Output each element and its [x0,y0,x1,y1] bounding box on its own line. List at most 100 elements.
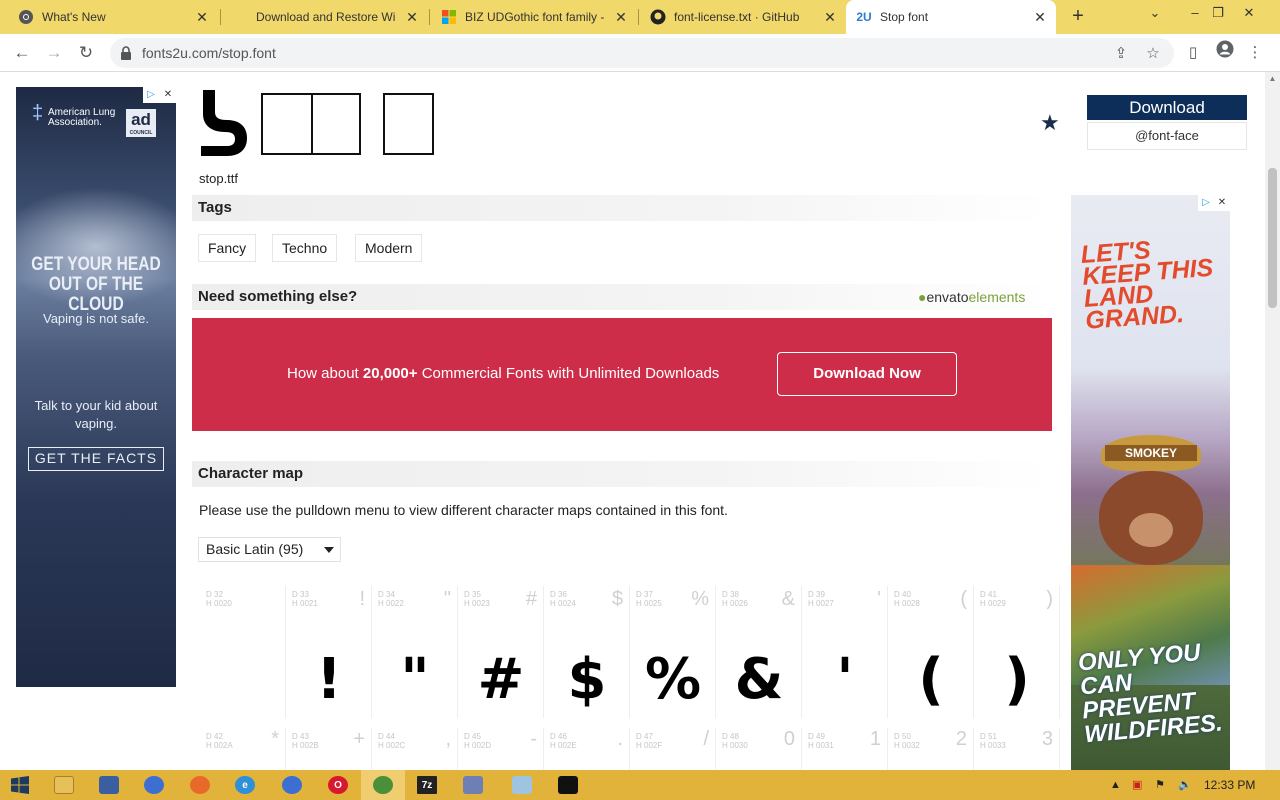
tray-arrow-icon[interactable]: ▲ [1110,770,1121,800]
char-code: D 42 H 002A [206,732,233,750]
tab-biz-udgothic[interactable]: BIZ UDGothic font family - ✕ [431,0,637,34]
char-cell[interactable]: D 44 H 002C, [372,728,458,770]
char-code: D 32 H 0020 [206,590,232,608]
taskbar-app[interactable] [132,770,176,800]
taskbar-clock[interactable]: 12:33 PM [1204,778,1255,792]
restore-icon[interactable]: ❐ [1203,0,1233,30]
close-tab-icon[interactable]: ✕ [404,9,420,26]
close-tab-icon[interactable]: ✕ [822,9,838,26]
char-cell[interactable]: D 49 H 0031 1 [802,728,888,770]
scrollbar-thumb[interactable] [1268,168,1277,308]
tab-github-license[interactable]: font-license.txt · GitHub ✕ [640,0,846,34]
ad-choices[interactable]: ▷ ✕ [143,87,176,103]
char-cell[interactable]: D 50 H 0032 2 [888,728,974,770]
scroll-up-icon[interactable]: ▲ [1265,74,1280,88]
chevron-down-icon [324,547,334,553]
taskbar-app[interactable] [87,770,131,800]
window-icon [99,776,119,794]
taskbar-opera[interactable]: O [316,770,360,800]
taskbar-terminal[interactable] [546,770,590,800]
char-cell[interactable]: D 45 H 002D - [458,728,544,770]
char-cell[interactable]: D 36 H 0024 $ $ [544,586,630,718]
favorite-star-icon[interactable]: ★ [1040,110,1060,136]
action-center-icon[interactable]: ⚑ [1155,770,1165,800]
side-panel-icon[interactable]: ▯ [1180,40,1206,66]
close-tab-icon[interactable]: ✕ [194,9,210,26]
char-glyph: # [477,647,525,712]
forward-icon[interactable]: → [41,40,67,66]
download-button[interactable]: Download [1087,95,1247,120]
tag-techno[interactable]: Techno [272,234,338,262]
taskbar-7zip[interactable]: 7z [405,770,449,800]
get-facts-button[interactable]: GET THE FACTS [28,447,164,471]
back-icon[interactable]: ← [9,40,35,66]
char-code: D 45 H 002D [464,732,492,750]
char-cell[interactable]: D 35 H 0023 # # [458,586,544,718]
taskbar-ie[interactable]: e [223,770,267,800]
font-preview-box [261,93,313,155]
char-symbol: 3 [1041,728,1053,750]
url-text[interactable]: fonts2u.com/stop.font [142,45,276,61]
char-cell[interactable]: D 51 H 0033 3 [974,728,1060,770]
envato-logo[interactable]: ●envatoelements [918,289,1025,305]
charmap-select[interactable]: Basic Latin (95) [198,537,341,562]
lock-icon[interactable] [120,46,132,60]
taskbar-app[interactable] [270,770,314,800]
close-ad-icon[interactable]: ✕ [160,87,176,103]
char-cell[interactable]: D 32 H 0020 [200,586,286,718]
ad-right[interactable]: ▷ ✕ LET'S KEEP THIS LAND GRAND. SMOKEY O… [1071,195,1230,770]
volume-icon[interactable]: 🔈 [1178,770,1192,800]
promo-banner[interactable]: How about 20,000+ Commercial Fonts with … [192,318,1052,431]
close-ad-icon[interactable]: ✕ [1214,195,1230,211]
address-bar[interactable]: fonts2u.com/stop.font ⇪ ☆ [110,38,1174,68]
char-cell[interactable]: D 47 H 002F / [630,728,716,770]
taskbar-firefox[interactable] [178,770,222,800]
tab-whats-new[interactable]: What's New ✕ [8,0,218,34]
char-glyph: & [734,647,784,712]
taskbar-app[interactable] [451,770,495,800]
page-scrollbar[interactable]: ▲ [1265,72,1280,770]
char-cell[interactable]: D 39 H 0027 ' ' [802,586,888,718]
close-window-icon[interactable]: ✕ [1234,0,1264,30]
folder-icon [54,776,74,794]
reload-icon[interactable]: ↻ [73,40,99,66]
taskbar-notepad[interactable] [500,770,544,800]
tag-modern[interactable]: Modern [355,234,423,262]
adchoices-icon[interactable]: ▷ [1198,195,1214,211]
char-cell[interactable]: D 33 H 0021!! [286,586,372,718]
ad-subline: Vaping is not safe. [43,311,149,326]
menu-icon[interactable]: ⋮ [1242,40,1268,66]
tag-fancy[interactable]: Fancy [198,234,257,262]
taskbar-chrome[interactable] [361,770,405,800]
tab-download-restore[interactable]: Download and Restore Wi ✕ [222,0,428,34]
char-code: D 34 H 0022 [378,590,404,608]
close-tab-icon[interactable]: ✕ [1032,9,1048,26]
char-cell[interactable]: D 42 H 002A * [200,728,286,770]
char-cell[interactable]: D 38 H 0026 & & [716,586,802,718]
tab-stop-font[interactable]: 2U Stop font ✕ [846,0,1056,34]
char-symbol: ( [960,588,967,610]
network-icon[interactable]: ▣ [1132,770,1142,800]
profile-icon[interactable] [1212,40,1238,66]
taskbar-file-explorer[interactable] [42,770,86,800]
ad-left[interactable]: ▷ ✕ ‡ American Lung Association. ad COUN… [16,87,176,687]
char-cell[interactable]: D 41 H 0029)) [974,586,1060,718]
charmap-description: Please use the pulldown menu to view dif… [199,502,728,518]
char-cell[interactable]: D 34 H 0022 " " [372,586,458,718]
char-cell[interactable]: D 40 H 0028 (( [888,586,974,718]
char-cell[interactable]: D 48 H 0030 0 [716,728,802,770]
char-cell[interactable]: D 37 H 0025%% [630,586,716,718]
tags-heading: Tags [192,195,1052,221]
bookmark-star-icon[interactable]: ☆ [1144,45,1162,63]
download-now-button[interactable]: Download Now [777,352,957,396]
adchoices-icon[interactable]: ▷ [143,87,159,103]
new-tab-button[interactable]: + [1066,4,1090,30]
close-tab-icon[interactable]: ✕ [613,9,629,26]
start-button[interactable] [0,770,40,800]
char-cell[interactable]: D 46 H 002E. [544,728,630,770]
share-icon[interactable]: ⇪ [1112,45,1130,63]
ad-choices[interactable]: ▷ ✕ [1198,195,1230,211]
tab-search-icon[interactable]: ⌄ [1140,0,1170,30]
font-face-button[interactable]: @font-face [1087,122,1247,150]
char-cell[interactable]: D 43 H 002B + [286,728,372,770]
